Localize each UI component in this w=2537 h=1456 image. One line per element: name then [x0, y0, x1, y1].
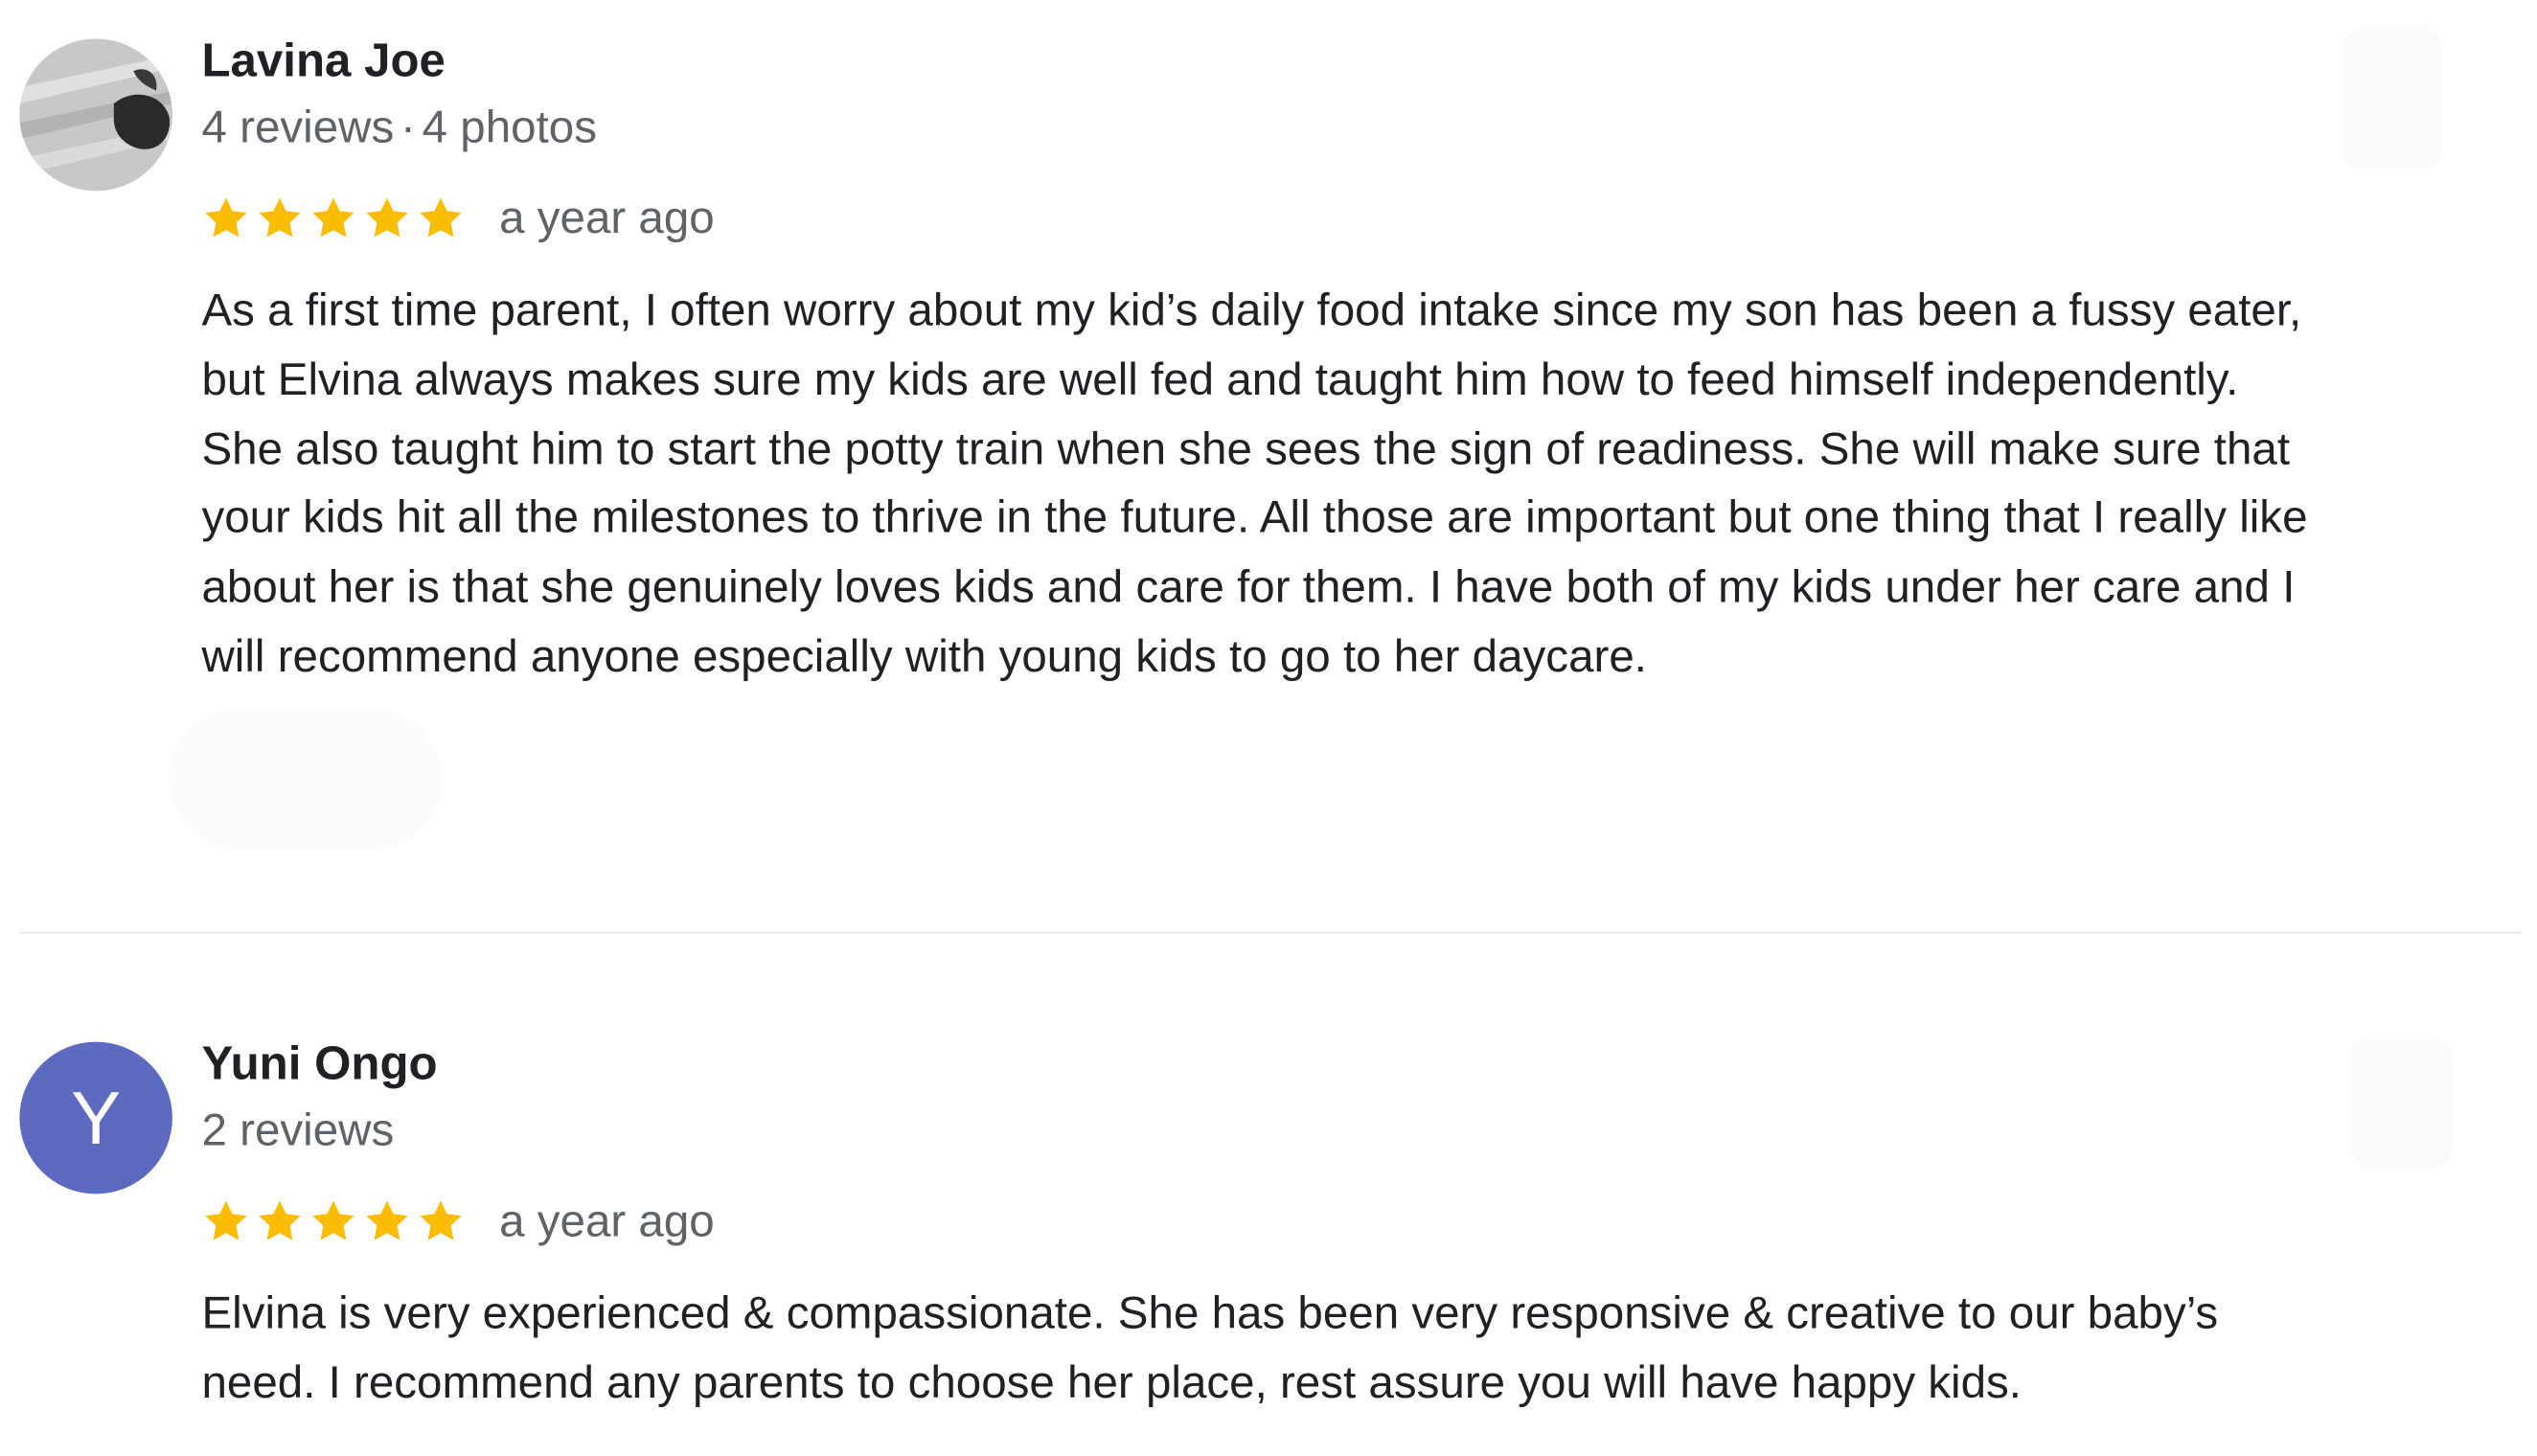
review-date: a year ago	[499, 1195, 715, 1246]
meta-separator: ·	[400, 102, 416, 152]
review-text: Elvina is very experienced & compassiona…	[201, 1287, 2219, 1407]
review-text: As a first time parent, I often worry ab…	[201, 284, 2308, 681]
reaction-button[interactable]	[169, 708, 443, 852]
review-card: Y Yuni Ongo 2 reviews a year ago Elvina …	[0, 933, 2537, 1456]
more-options-button[interactable]	[2342, 29, 2443, 169]
star-icon	[420, 1200, 462, 1240]
photos-count: 4 photos	[422, 102, 597, 152]
avatar-letter: Y	[71, 1076, 122, 1160]
reviews-list: Lavina Joe 4 reviews · 4 photos a year ago…	[0, 0, 2537, 1456]
star-icon	[259, 197, 301, 238]
star-icon	[259, 1200, 301, 1240]
avatar[interactable]	[19, 38, 172, 192]
star-icon	[312, 1200, 354, 1240]
rating-row: a year ago	[201, 1194, 715, 1248]
star-icon	[205, 1200, 247, 1240]
author-name[interactable]: Yuni Ongo	[201, 1038, 437, 1092]
more-options-button[interactable]	[2348, 1039, 2453, 1167]
rating-row: a year ago	[201, 191, 715, 245]
author-name[interactable]: Lavina Joe	[201, 35, 445, 89]
star-icon	[312, 197, 354, 238]
author-meta: 2 reviews	[201, 1105, 394, 1157]
review-date: a year ago	[499, 192, 715, 243]
star-rating	[201, 194, 469, 243]
star-rating	[201, 1197, 469, 1246]
reviews-count: 2 reviews	[201, 1104, 395, 1155]
reviews-count: 4 reviews	[201, 102, 395, 152]
star-icon	[205, 197, 247, 238]
review-card: Lavina Joe 4 reviews · 4 photos a year ago…	[0, 0, 2537, 932]
avatar-photo-icon	[19, 38, 172, 192]
author-meta: 4 reviews · 4 photos	[201, 102, 597, 153]
avatar[interactable]: Y	[19, 1041, 172, 1194]
star-icon	[420, 197, 462, 238]
star-icon	[366, 197, 408, 238]
star-icon	[366, 1200, 408, 1240]
